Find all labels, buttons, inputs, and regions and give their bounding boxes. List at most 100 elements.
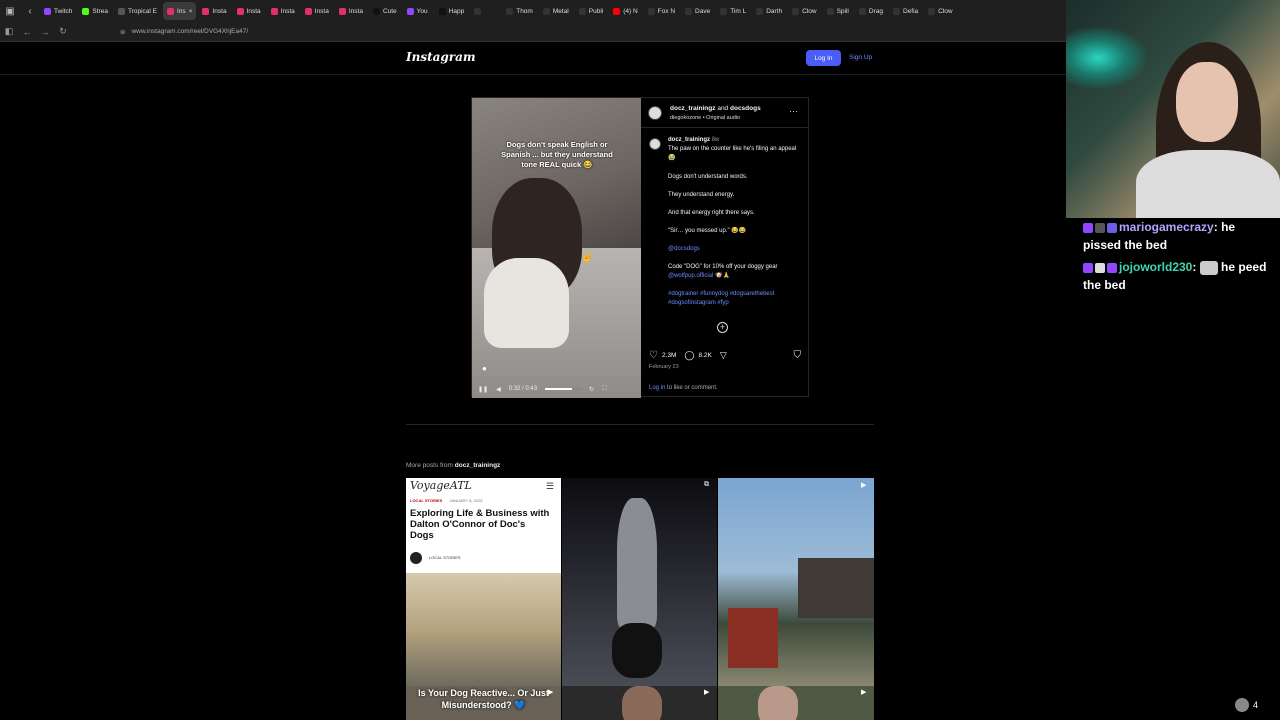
reload-icon[interactable]: ↻ (54, 22, 72, 42)
mute-icon[interactable]: ◀ (496, 386, 501, 393)
viewer-avatar-icon (1235, 698, 1249, 712)
fullscreen-icon[interactable]: ⛶ (602, 386, 606, 393)
browser-tab[interactable]: Insta (267, 2, 299, 20)
video-progress-bar[interactable] (545, 388, 582, 390)
chair-image (728, 608, 778, 668)
replay-icon[interactable]: ↻ (589, 386, 594, 393)
video-time: 0:32 / 0:43 (508, 386, 538, 392)
browser-tab[interactable]: Tropical E (114, 2, 161, 20)
mention-link[interactable]: @docsdogs (668, 245, 803, 254)
caption-user[interactable]: docz_trainingz (668, 137, 710, 143)
back-icon[interactable]: ← (18, 22, 36, 42)
tab-label: Twitch (54, 7, 73, 15)
house-image (798, 558, 874, 618)
grid-post-yard[interactable]: ▶ (718, 478, 874, 686)
streamer-body (1136, 150, 1280, 218)
caption-line: And that energy right there says. (668, 210, 755, 216)
avatar[interactable] (648, 106, 662, 120)
hashtags[interactable]: #dogtrainer #funnydog #dogsarethebest #d… (668, 290, 803, 308)
browser-tab[interactable]: Publi (575, 2, 607, 20)
reel-video[interactable]: Dogs don't speak English or Spanish ... … (472, 98, 641, 398)
close-tab-icon[interactable]: × (189, 8, 193, 15)
browser-tab[interactable]: Clow (924, 2, 956, 20)
ig-header: Instagram Log In Sign Up (0, 42, 1066, 75)
article-preview: VoyageATL ☰ LOCAL STORIES JANUARY 8, 202… (406, 478, 561, 573)
tab-label: Cute (382, 7, 397, 15)
login-link[interactable]: Log in (649, 385, 665, 391)
user-tag-icon[interactable]: ● (482, 364, 487, 373)
caption-avatar[interactable] (649, 138, 661, 150)
browser-tab[interactable]: Cute (369, 2, 401, 20)
browser-tab[interactable]: Metal (539, 2, 573, 20)
browser-tab[interactable]: Insta (301, 2, 333, 20)
caption-line: Dogs don't understand words. (668, 174, 748, 180)
browser-tab[interactable]: Thom (502, 2, 537, 20)
url-field[interactable]: ⊜ www.instagram.com/reel/DVG4XhjEa47/ (120, 25, 248, 39)
and-text: and (717, 105, 729, 112)
browser-tab[interactable]: Defia (889, 2, 922, 20)
browser-tab[interactable]: Insta (233, 2, 265, 20)
login-button[interactable]: Log In (806, 50, 841, 66)
browser-tab[interactable]: You (403, 2, 433, 20)
browser-tab[interactable]: Fox N (644, 2, 679, 20)
tab-label: Tropical E (127, 7, 157, 15)
reel-post: Dogs don't speak English or Spanish ... … (471, 97, 809, 398)
section-divider (406, 424, 874, 425)
post-date: February 23 (649, 364, 679, 370)
tab-label: Dave (695, 7, 711, 15)
tab-label: Insta (348, 7, 363, 15)
browser-tab[interactable]: Strea (78, 2, 112, 20)
grid-post-man[interactable]: ▶ (562, 686, 717, 720)
browser-tab[interactable]: Spill (823, 2, 853, 20)
viewer-count: 4 (1235, 698, 1258, 712)
browser-tab[interactable]: Ins × (163, 2, 197, 20)
browser-tab[interactable]: Drag (855, 2, 887, 20)
tab-bar: ▣ ‹ Twitch Strea Tropical E Ins × Insta Insta I… (0, 0, 1066, 22)
comment-icon[interactable]: ◯ (684, 350, 694, 361)
like-icon[interactable]: ♡ (649, 350, 658, 361)
more-posts-user[interactable]: docz_trainingz (455, 462, 501, 469)
instagram-logo[interactable]: Instagram (406, 50, 476, 64)
browser-tab[interactable]: Tim L (716, 2, 750, 20)
site-info-icon[interactable]: ⊜ (120, 28, 125, 36)
save-icon[interactable]: ⛉ (794, 350, 802, 361)
tab-favicon-icon (613, 7, 621, 15)
signup-link[interactable]: Sign Up (849, 54, 872, 61)
forward-icon[interactable]: → (36, 22, 54, 42)
tab-favicon-icon (792, 7, 800, 15)
browser-tab[interactable]: Dave (681, 2, 714, 20)
author-link[interactable]: docz_trainingz (670, 105, 716, 112)
grid-post-article[interactable]: VoyageATL ☰ LOCAL STORIES JANUARY 8, 202… (406, 478, 561, 686)
grid-post-trainer[interactable]: ⧉ (562, 478, 717, 686)
browser-tab[interactable]: (4) N (609, 2, 641, 20)
browser-tab[interactable]: Clow (788, 2, 820, 20)
share-icon[interactable]: ▽ (720, 350, 727, 361)
audio-info[interactable]: diegokozone • Original audio (670, 115, 740, 121)
face-image (622, 686, 662, 720)
load-more-comments-icon[interactable]: + (717, 322, 728, 333)
address-bar: ◧ ← → ↻ ⊜ www.instagram.com/reel/DVG4Xhj… (0, 22, 1066, 42)
tab-label: Tim L (730, 7, 747, 15)
browser-tab[interactable]: Darth (752, 2, 786, 20)
sidebar-icon[interactable]: ◧ (0, 22, 18, 42)
browser-tab[interactable]: Twitch (40, 2, 76, 20)
login-suffix: to like or comment. (667, 385, 718, 391)
code-mention-link[interactable]: @wolfpup.official (668, 273, 713, 279)
reel-icon: ▶ (861, 689, 867, 696)
like-count: 2.3M (661, 351, 677, 359)
tab-label: Fox N (657, 7, 676, 15)
tab-scroll-left-icon[interactable]: ‹ (20, 0, 40, 22)
browser-tab[interactable] (470, 2, 500, 20)
pause-icon[interactable]: ❚❚ (478, 386, 488, 393)
grid-post-reactive[interactable]: Is Your Dog Reactive... Or Just Misunder… (406, 686, 561, 720)
article-title: Exploring Life & Business with Dalton O'… (410, 508, 550, 541)
more-options-icon[interactable]: ··· (789, 106, 798, 116)
tab-menu-icon[interactable]: ▣ (0, 0, 20, 22)
browser-tab[interactable]: Happ (435, 2, 469, 20)
browser-tab[interactable]: Insta (335, 2, 367, 20)
browser-tab[interactable]: Insta (198, 2, 230, 20)
tab-favicon-icon (338, 7, 346, 15)
face-image (758, 686, 798, 720)
grid-post-outdoor[interactable]: ▶ (718, 686, 874, 720)
collab-author-link[interactable]: docsdogs (730, 105, 761, 112)
